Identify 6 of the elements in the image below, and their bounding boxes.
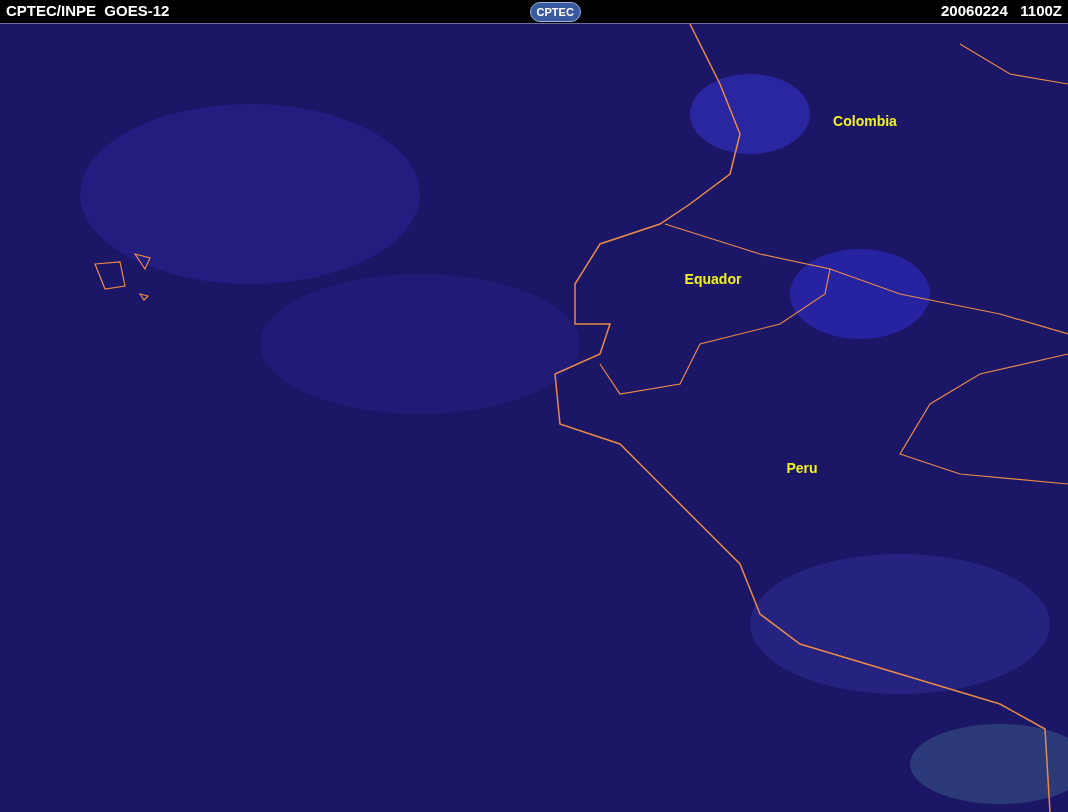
country-label: Equador xyxy=(684,270,742,289)
logo: CPTEC xyxy=(529,1,581,22)
source-title: CPTEC/INPE GOES-12 xyxy=(6,1,170,22)
timestamp: 20060224 1100Z xyxy=(941,1,1062,22)
country-label: Colombia xyxy=(833,112,897,131)
country-label: Peru xyxy=(786,459,818,478)
